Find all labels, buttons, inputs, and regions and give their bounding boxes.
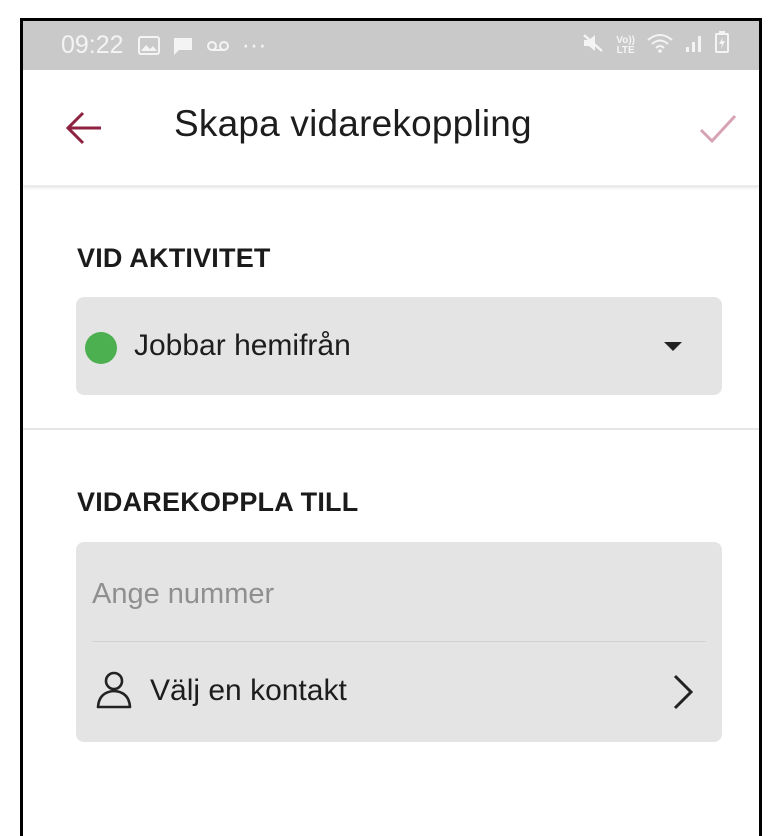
section-divider (23, 428, 759, 430)
status-time: 09:22 (61, 31, 124, 59)
choose-contact-button[interactable]: Välj en kontakt (76, 643, 722, 742)
more-icon: ··· (241, 31, 267, 59)
activity-dropdown[interactable]: Jobbar hemifrån (76, 297, 722, 395)
battery-icon (715, 31, 729, 60)
arrow-left-icon (65, 111, 101, 145)
person-icon (96, 671, 132, 709)
wifi-icon (647, 31, 673, 60)
app-bar: Skapa vidarekoppling (23, 70, 759, 186)
signal-icon (685, 31, 703, 60)
confirm-button[interactable] (697, 108, 739, 148)
number-input[interactable] (92, 572, 706, 616)
activity-selected-value: Jobbar hemifrån (134, 329, 351, 362)
caret-down-icon (664, 342, 682, 351)
mute-icon (582, 31, 604, 60)
volte-top-text: Vo)) (616, 34, 635, 46)
forward-heading: VIDAREKOPPLA TILL (77, 487, 359, 517)
forward-target-box: Välj en kontakt (76, 542, 722, 742)
status-bar: 09:22 ··· Vo)) LTE (23, 21, 759, 70)
back-button[interactable] (63, 107, 105, 149)
activity-heading: VID AKTIVITET (77, 243, 271, 273)
status-dot-icon (85, 332, 117, 364)
phone-screen: 09:22 ··· Vo)) LTE Skapa vidarekoppling … (20, 18, 762, 836)
volte-icon: Vo)) LTE (616, 34, 635, 56)
volte-bottom-text: LTE (616, 44, 635, 56)
status-icons-right: Vo)) LTE (582, 31, 729, 60)
checkmark-icon (699, 114, 737, 144)
page-title: Skapa vidarekoppling (174, 103, 532, 144)
voicemail-icon (206, 40, 230, 52)
image-icon (137, 36, 160, 55)
chat-icon (172, 36, 194, 56)
input-underline (92, 641, 706, 642)
choose-contact-label: Välj en kontakt (150, 674, 347, 707)
chevron-right-icon (673, 674, 694, 710)
